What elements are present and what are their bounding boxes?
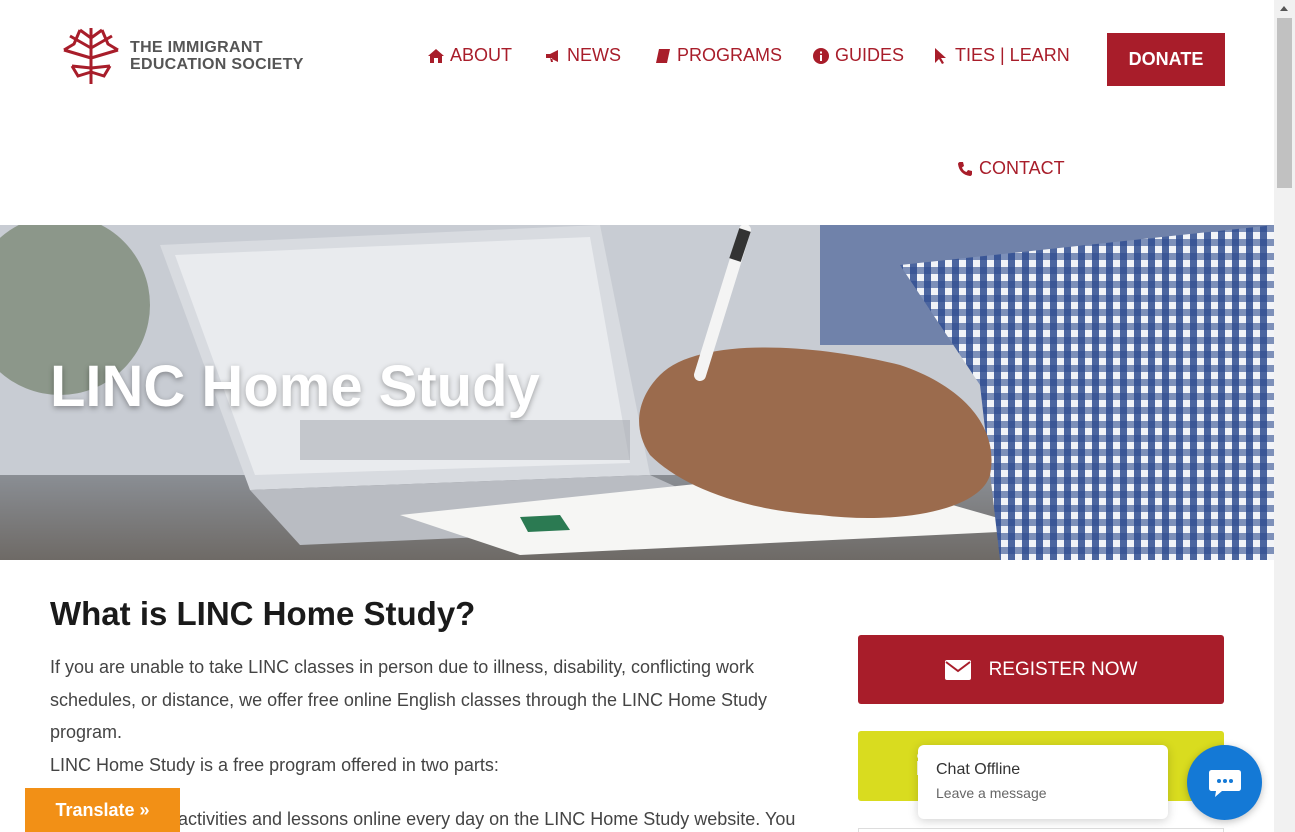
nav-contact[interactable]: CONTACT [957,158,1065,179]
register-now-button[interactable]: REGISTER NOW [858,635,1224,704]
program-parts-paragraph: LINC Home Study is a free program offere… [50,754,499,775]
megaphone-icon [546,49,558,62]
envelope-icon [944,659,971,680]
info-circle-icon [813,47,829,64]
nav-news[interactable]: NEWS [545,45,621,66]
nav-ties-learn[interactable]: TIES | LEARN [933,45,1070,66]
translate-button[interactable]: Translate » [25,788,180,832]
intro-paragraph: If you are unable to take LINC classes i… [50,657,768,742]
logo-text: THE IMMIGRANT EDUCATION SOCIETY [130,39,304,73]
nav-about[interactable]: ABOUT [428,45,512,66]
donate-button[interactable]: DONATE [1107,33,1225,86]
book-icon [656,48,670,63]
logo-line-1: THE IMMIGRANT [130,39,263,56]
page-title: LINC Home Study [50,354,540,419]
chat-bubble-icon [1208,769,1241,797]
phone-icon [958,161,972,176]
hero-banner: LINC Home Study [0,225,1274,560]
sidebar-next-box [858,828,1224,832]
page-scrollbar[interactable] [1274,0,1295,832]
section-heading: What is LINC Home Study? [50,595,476,632]
chat-message-bubble[interactable]: Chat Offline Leave a message [918,745,1168,819]
nav-about-label: ABOUT [450,45,513,65]
maple-leaf-logo-icon [63,28,119,84]
site-logo[interactable]: THE IMMIGRANT EDUCATION SOCIETY [60,26,304,86]
chat-prompt: Leave a message [936,785,1047,801]
nav-programs[interactable]: PROGRAMS [655,45,782,66]
nav-guides-label: GUIDES [835,45,905,65]
chat-status: Chat Offline [936,761,1021,778]
nav-ties-label: TIES | LEARN [955,45,1070,65]
nav-news-label: NEWS [567,45,621,65]
nav-contact-label: CONTACT [979,158,1065,178]
site-header: THE IMMIGRANT EDUCATION SOCIETY ABOUT NE… [0,0,1274,225]
register-label: REGISTER NOW [988,658,1138,680]
nav-programs-label: PROGRAMS [677,45,783,65]
chat-open-button[interactable] [1187,745,1262,820]
cursor-pointer-icon [935,47,946,64]
scroll-up-arrow-icon[interactable] [1280,6,1288,11]
logo-line-2: EDUCATION SOCIETY [130,56,304,73]
nav-guides[interactable]: GUIDES [813,45,904,66]
scroll-thumb[interactable] [1277,18,1292,188]
home-icon [428,48,444,63]
